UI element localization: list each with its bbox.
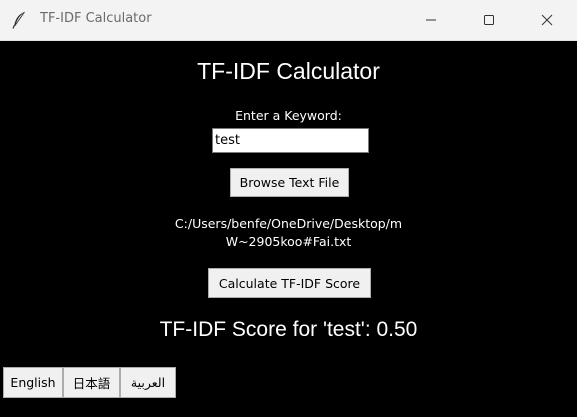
title-bar[interactable]: TF-IDF Calculator	[0, 0, 577, 41]
language-english-button[interactable]: English	[3, 367, 63, 398]
calculate-button[interactable]: Calculate TF-IDF Score	[208, 268, 371, 298]
window-title: TF-IDF Calculator	[40, 11, 152, 26]
file-path-line-2: W~2905koo#Fai.txt	[225, 234, 352, 249]
close-icon	[541, 14, 553, 26]
minimize-button[interactable]	[408, 0, 454, 40]
feather-icon	[11, 11, 27, 29]
browse-file-button[interactable]: Browse Text File	[230, 168, 349, 197]
language-arabic-button[interactable]: العربية	[120, 367, 176, 398]
main-content: TF-IDF Calculator Enter a Keyword: Brows…	[0, 41, 577, 417]
maximize-icon	[483, 14, 495, 26]
minimize-icon	[425, 14, 437, 26]
app-window: TF-IDF Calculator TF-IDF Calculator Ente…	[0, 0, 577, 417]
close-button[interactable]	[524, 0, 570, 40]
language-japanese-button[interactable]: 日本語	[63, 367, 120, 398]
language-selector: English 日本語 العربية	[3, 367, 176, 398]
selected-file-path: C:/Users/benfe/OneDrive/Desktop/m W~2905…	[0, 215, 577, 251]
keyword-label: Enter a Keyword:	[235, 108, 342, 123]
keyword-input[interactable]	[212, 128, 369, 153]
maximize-button[interactable]	[466, 0, 512, 40]
file-path-line-1: C:/Users/benfe/OneDrive/Desktop/m	[174, 216, 403, 231]
page-title: TF-IDF Calculator	[197, 58, 380, 84]
score-result: TF-IDF Score for 'test': 0.50	[159, 318, 418, 341]
